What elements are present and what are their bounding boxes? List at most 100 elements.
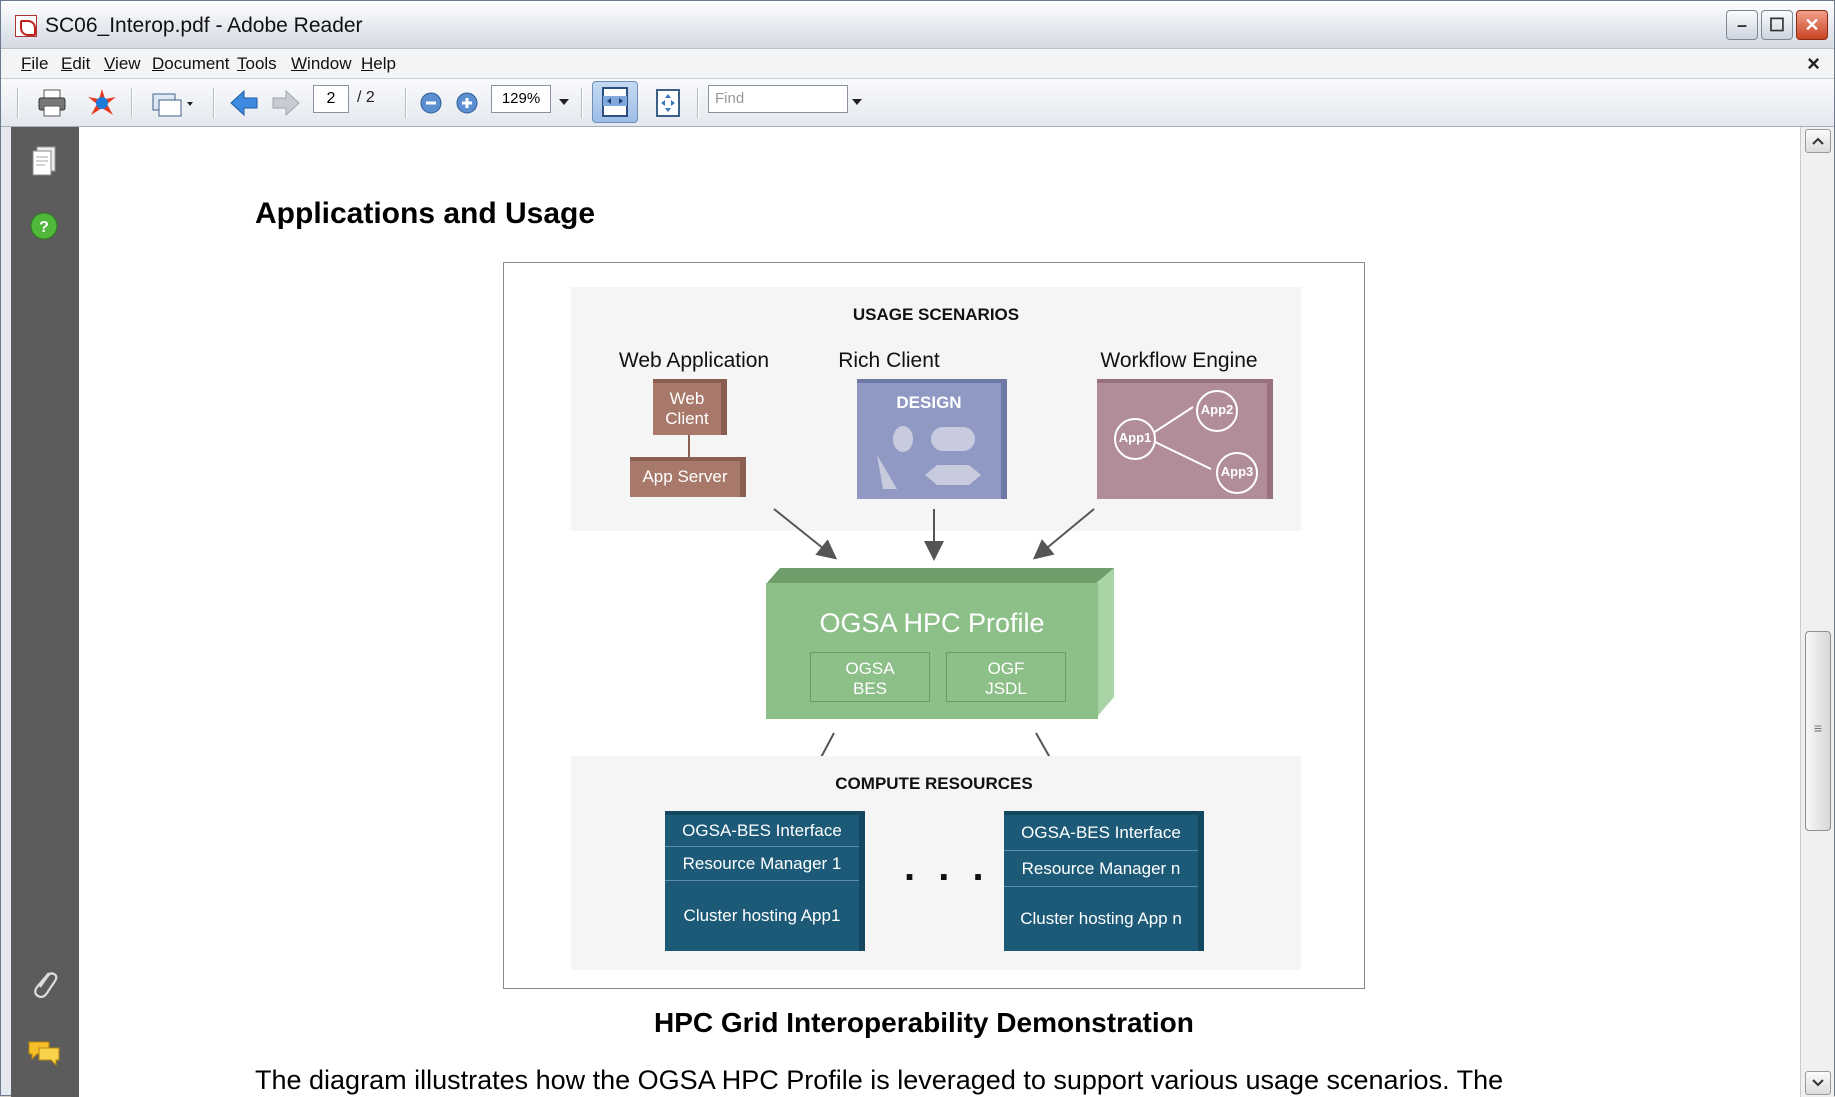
toolbar-separator bbox=[17, 88, 19, 118]
help-icon: ? bbox=[30, 212, 58, 240]
help-button[interactable]: ? bbox=[29, 211, 59, 246]
chevron-down-icon bbox=[852, 99, 862, 105]
workflow-node-app3: App3 bbox=[1220, 464, 1254, 479]
toolbar-separator bbox=[213, 88, 215, 118]
close-document-button[interactable]: × bbox=[1807, 51, 1820, 77]
scroll-down-button[interactable] bbox=[1805, 1071, 1831, 1095]
zoom-input[interactable]: 129% bbox=[491, 85, 551, 113]
ogsa-bes-box: OGSA BES bbox=[810, 652, 930, 702]
toolbar bbox=[1, 79, 1834, 127]
pages-icon bbox=[32, 146, 56, 176]
close-button[interactable]: ✕ bbox=[1796, 10, 1828, 40]
pages-button[interactable] bbox=[31, 145, 57, 182]
page-number-input[interactable]: 2 bbox=[313, 85, 349, 113]
figure-caption: HPC Grid Interoperability Demonstration bbox=[654, 1007, 1194, 1038]
zoom-in-icon bbox=[456, 92, 478, 114]
zoom-dropdown-arrow[interactable] bbox=[555, 86, 573, 120]
menu-document[interactable]: Document bbox=[152, 54, 229, 74]
toolbar-separator bbox=[697, 88, 699, 118]
workflow-box: App1 App2 App3 bbox=[1097, 379, 1273, 499]
maximize-icon: ☐ bbox=[1768, 14, 1786, 35]
select-tool-button[interactable] bbox=[147, 86, 199, 120]
fit-page-icon bbox=[656, 89, 680, 117]
previous-page-icon bbox=[230, 89, 258, 117]
ellipsis: . . . bbox=[904, 845, 990, 889]
scenario-rich-client: Rich Client bbox=[838, 349, 940, 372]
web-connector-line bbox=[688, 435, 690, 457]
resource-box-n: OGSA-BES Interface Resource Manager n Cl… bbox=[1004, 811, 1204, 951]
chevron-down-icon bbox=[559, 99, 569, 105]
print-icon bbox=[38, 89, 66, 117]
ogsa-hpc-profile-title: OGSA HPC Profile bbox=[819, 608, 1045, 638]
vertical-scrollbar[interactable] bbox=[1800, 127, 1834, 1097]
menu-help[interactable]: Help bbox=[361, 54, 396, 74]
profile-box-top bbox=[766, 568, 1114, 584]
usage-scenarios-title: USAGE SCENARIOS bbox=[852, 305, 1020, 324]
comments-button[interactable] bbox=[27, 1039, 61, 1072]
zoom-in-button[interactable] bbox=[453, 86, 481, 120]
menu-view[interactable]: View bbox=[104, 54, 141, 74]
fit-width-icon bbox=[602, 87, 628, 117]
figure-frame: USAGE SCENARIOS Web Application Rich Cli… bbox=[503, 262, 1365, 989]
select-tool-icon bbox=[152, 93, 193, 117]
design-shapes-illustration bbox=[877, 426, 981, 489]
ogsa-bes-line2: BES bbox=[852, 679, 888, 698]
comments-icon bbox=[28, 1041, 60, 1067]
maximize-button[interactable]: ☐ bbox=[1761, 10, 1793, 40]
section-heading: Applications and Usage bbox=[255, 197, 596, 230]
collaborate-button[interactable] bbox=[83, 86, 121, 120]
collaborate-icon bbox=[88, 89, 116, 115]
find-input[interactable]: Find bbox=[708, 85, 848, 113]
close-icon: ✕ bbox=[1804, 14, 1820, 35]
next-page-icon bbox=[272, 89, 300, 117]
fit-width-button[interactable] bbox=[592, 81, 638, 123]
window-title: SC06_Interop.pdf - Adobe Reader bbox=[45, 14, 363, 37]
web-client-box: Web Client bbox=[653, 379, 727, 435]
next-page-button[interactable] bbox=[269, 86, 303, 120]
resource-n-manager: Resource Manager n bbox=[1004, 851, 1198, 887]
resource-box-1: OGSA-BES Interface Resource Manager 1 Cl… bbox=[665, 811, 865, 951]
toolbar-separator bbox=[405, 88, 407, 118]
page-total: / 2 bbox=[357, 89, 375, 106]
zoom-out-button[interactable] bbox=[417, 86, 445, 120]
ogsa-bes-line1: OGSA bbox=[845, 659, 895, 678]
toolbar-separator bbox=[131, 88, 133, 118]
chevron-down-icon bbox=[1812, 1079, 1824, 1087]
previous-page-button[interactable] bbox=[227, 86, 261, 120]
compute-resources-title: COMPUTE RESOURCES bbox=[835, 774, 1033, 793]
menu-window[interactable]: Window bbox=[291, 54, 351, 74]
reader-window: SC06_Interop.pdf - Adobe Reader – ☐ ✕ Fi… bbox=[0, 0, 1835, 1097]
toolbar-separator bbox=[581, 88, 583, 118]
menu-edit[interactable]: Edit bbox=[61, 54, 90, 74]
attachments-button[interactable] bbox=[29, 967, 59, 1006]
resource-n-cluster: Cluster hosting App n bbox=[1020, 909, 1182, 928]
pdf-app-icon bbox=[15, 15, 37, 37]
navigation-pane: ? bbox=[11, 127, 79, 1097]
menu-bar: File Edit View Document Tools Window Hel… bbox=[1, 49, 1834, 79]
attachments-icon bbox=[34, 972, 58, 999]
svg-text:?: ? bbox=[39, 219, 49, 236]
body-paragraph: The diagram illustrates how the OGSA HPC… bbox=[255, 1065, 1504, 1095]
web-client-line2: Client bbox=[665, 409, 709, 428]
profile-box-side bbox=[1096, 568, 1114, 718]
menu-tools[interactable]: Tools bbox=[237, 54, 277, 74]
minimize-button[interactable]: – bbox=[1726, 10, 1758, 40]
app-server-box: App Server bbox=[630, 457, 746, 497]
scroll-thumb[interactable] bbox=[1805, 631, 1831, 831]
zoom-out-icon bbox=[420, 92, 442, 114]
scroll-up-button[interactable] bbox=[1805, 129, 1831, 153]
find-dropdown-arrow[interactable] bbox=[849, 86, 865, 120]
menu-file[interactable]: File bbox=[21, 54, 48, 74]
scenario-workflow-engine: Workflow Engine bbox=[1100, 349, 1258, 372]
print-button[interactable] bbox=[33, 86, 71, 120]
web-client-line1: Web bbox=[669, 389, 705, 408]
workflow-node-app2: App2 bbox=[1200, 402, 1234, 417]
title-bar: SC06_Interop.pdf - Adobe Reader – ☐ ✕ bbox=[1, 1, 1834, 49]
workflow-node-app1: App1 bbox=[1118, 430, 1152, 445]
ogf-jsdl-line1: OGF bbox=[987, 659, 1025, 678]
ogf-jsdl-box: OGF JSDL bbox=[946, 652, 1066, 702]
design-box: DESIGN bbox=[857, 379, 1007, 499]
resource-1-interface: OGSA-BES Interface bbox=[665, 815, 859, 847]
fit-page-button[interactable] bbox=[647, 86, 689, 120]
design-label: DESIGN bbox=[896, 393, 962, 412]
